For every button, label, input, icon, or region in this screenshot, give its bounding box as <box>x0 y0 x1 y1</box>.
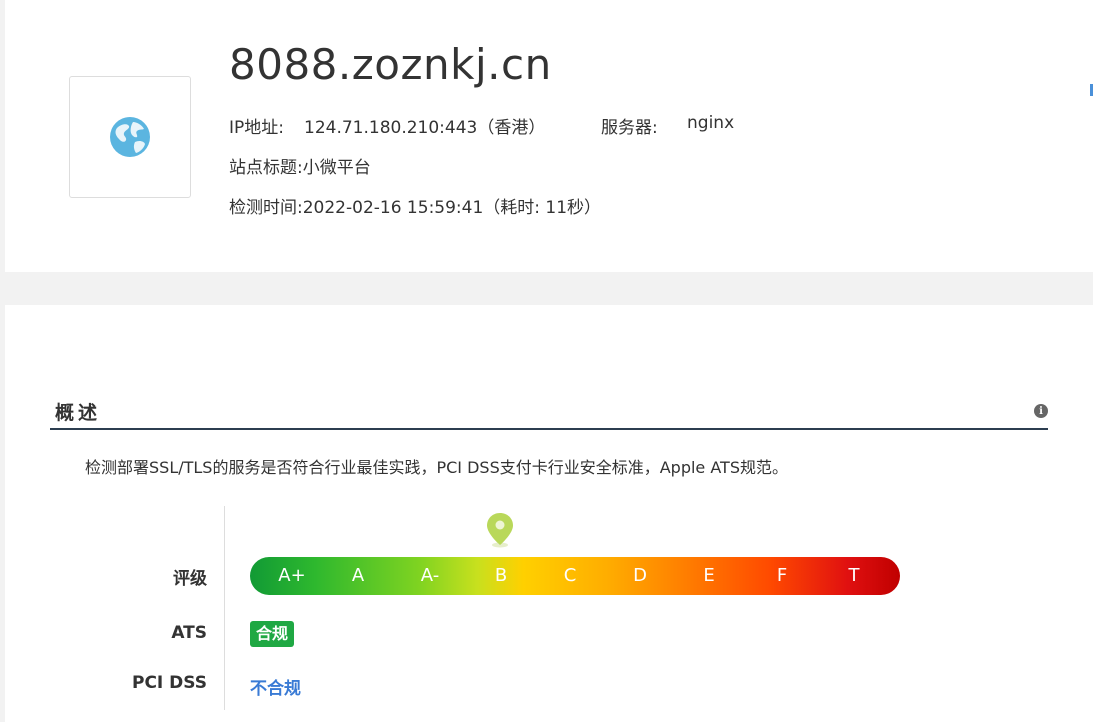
grade-label: 评级 <box>173 569 207 589</box>
grade-a-minus: A- <box>420 565 440 586</box>
ats-status-badge: 合规 <box>250 621 295 647</box>
overview-description: 检测部署SSL/TLS的服务是否符合行业最佳实践，PCI DSS支付卡行业安全标… <box>85 458 788 477</box>
pci-label: PCI DSS <box>131 673 207 693</box>
grade-e: E <box>703 565 715 586</box>
grade-c: C <box>563 565 577 586</box>
ip-value: 124.71.180.210:443（香港） <box>304 118 546 138</box>
server-value: nginx <box>687 113 735 133</box>
ats-label: ATS <box>171 623 207 643</box>
check-time-value: 2022-02-16 15:59:41（耗时: 11秒） <box>302 198 602 218</box>
grade-b: B <box>494 565 508 586</box>
domain-title: 8088.zoznkj.cn <box>229 40 552 89</box>
grade-a: A <box>351 565 365 586</box>
info-icon[interactable]: i <box>1034 404 1048 418</box>
site-info-card: 8088.zoznkj.cn IP地址: 124.71.180.210:443（香… <box>5 0 1093 272</box>
pci-status-link[interactable]: 不合规 <box>250 674 301 699</box>
ip-label: IP地址: <box>229 118 284 138</box>
overview-card: 概述 i 检测部署SSL/TLS的服务是否符合行业最佳实践，PCI DSS支付卡… <box>5 305 1093 722</box>
globe-icon <box>110 117 150 157</box>
site-title-row: 站点标题:小微平台 <box>229 153 371 178</box>
ip-row: IP地址: 124.71.180.210:443（香港） 服务器: nginx <box>229 113 734 138</box>
overview-header: 概述 i <box>50 398 1048 430</box>
site-favicon <box>69 76 191 198</box>
grade-scale-bar: A+ A A- B C D E F T <box>250 557 900 595</box>
overview-title: 概述 <box>55 402 102 424</box>
grade-pin-icon <box>487 513 513 548</box>
site-title-label: 站点标题: <box>229 158 303 178</box>
check-time-label: 检测时间: <box>229 198 303 218</box>
check-time-row: 检测时间:2022-02-16 15:59:41（耗时: 11秒） <box>229 193 601 218</box>
label-divider <box>224 506 225 710</box>
server-label: 服务器: <box>601 118 658 138</box>
grade-t: T <box>848 565 860 586</box>
grade-d: D <box>633 565 647 586</box>
grade-a-plus: A+ <box>278 565 306 586</box>
site-title-value: 小微平台 <box>302 158 371 178</box>
grade-f: F <box>776 565 788 586</box>
